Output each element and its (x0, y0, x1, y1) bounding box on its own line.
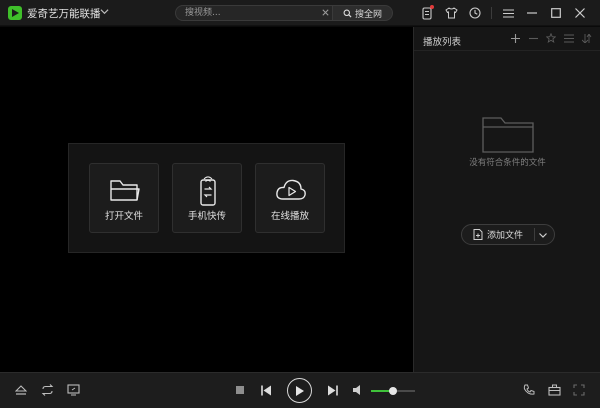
add-file-button: 添加文件 (461, 224, 555, 245)
quick-actions-panel: 打开文件 手机快传 在线播放 (68, 143, 345, 253)
phone-icon[interactable] (415, 4, 439, 22)
playlist-title: 播放列表 (423, 37, 462, 48)
phone-transfer-label: 手机快传 (187, 211, 226, 222)
phone-transfer-icon (200, 176, 216, 206)
toolbox-icon[interactable] (546, 382, 562, 398)
maximize-icon[interactable] (544, 4, 568, 22)
chevron-down-icon[interactable] (538, 230, 548, 240)
folder-icon (110, 180, 140, 201)
file-add-icon (473, 229, 483, 240)
playlist-sidebar: 播放列表 没有符合条件的文件 添加文件 (413, 27, 600, 372)
menu-icon[interactable] (496, 4, 520, 22)
search-icon (343, 9, 352, 18)
add-file-label: 添加文件 (486, 231, 523, 241)
chevron-down-icon[interactable] (100, 7, 109, 16)
shirt-icon[interactable] (439, 4, 463, 22)
clock-icon[interactable] (463, 4, 487, 22)
minus-icon[interactable] (524, 31, 542, 45)
volume-icon[interactable] (350, 382, 366, 398)
window-controls (415, 4, 592, 22)
search-all-label: 搜全网 (354, 9, 382, 20)
play-icon (296, 385, 304, 396)
search-all-button[interactable]: 搜全网 (333, 5, 393, 21)
app-logo-icon (8, 6, 22, 20)
plus-icon[interactable] (506, 31, 524, 45)
close-icon[interactable] (568, 4, 592, 22)
cloud-play-icon (276, 179, 306, 200)
online-play-label: 在线播放 (270, 211, 309, 222)
divider (414, 50, 600, 51)
list-icon[interactable] (560, 31, 578, 45)
sort-icon[interactable] (578, 31, 596, 45)
volume-handle[interactable] (389, 387, 397, 395)
screen-cast-icon[interactable] (65, 382, 81, 398)
add-file-main-button[interactable]: 添加文件 (462, 225, 534, 244)
previous-icon[interactable] (258, 382, 274, 398)
eject-icon[interactable] (13, 382, 29, 398)
playback-control-bar (0, 372, 600, 408)
play-button[interactable] (287, 378, 312, 403)
star-icon[interactable] (542, 31, 560, 45)
next-icon[interactable] (325, 382, 341, 398)
clear-icon[interactable] (321, 8, 330, 17)
fullscreen-icon[interactable] (571, 382, 587, 398)
search-input[interactable] (175, 5, 333, 21)
empty-playlist-text: 没有符合条件的文件 (469, 158, 546, 168)
loop-icon[interactable] (39, 382, 55, 398)
playlist-toolbar (506, 31, 596, 45)
divider (491, 7, 492, 19)
open-file-button[interactable]: 打开文件 (89, 163, 159, 233)
app-title: 爱奇艺万能联播 (27, 8, 101, 20)
empty-folder-icon (482, 117, 534, 153)
phone-transfer-button[interactable]: 手机快传 (172, 163, 242, 233)
divider (534, 228, 535, 241)
title-bar: 爱奇艺万能联播 搜全网 (0, 0, 600, 26)
online-play-button[interactable]: 在线播放 (255, 163, 325, 233)
volume-slider[interactable] (371, 387, 415, 395)
minimize-icon[interactable] (520, 4, 544, 22)
search-box: 搜全网 (175, 5, 393, 21)
open-file-label: 打开文件 (104, 211, 143, 222)
phone-call-icon[interactable] (521, 382, 537, 398)
stop-icon[interactable] (232, 382, 248, 398)
